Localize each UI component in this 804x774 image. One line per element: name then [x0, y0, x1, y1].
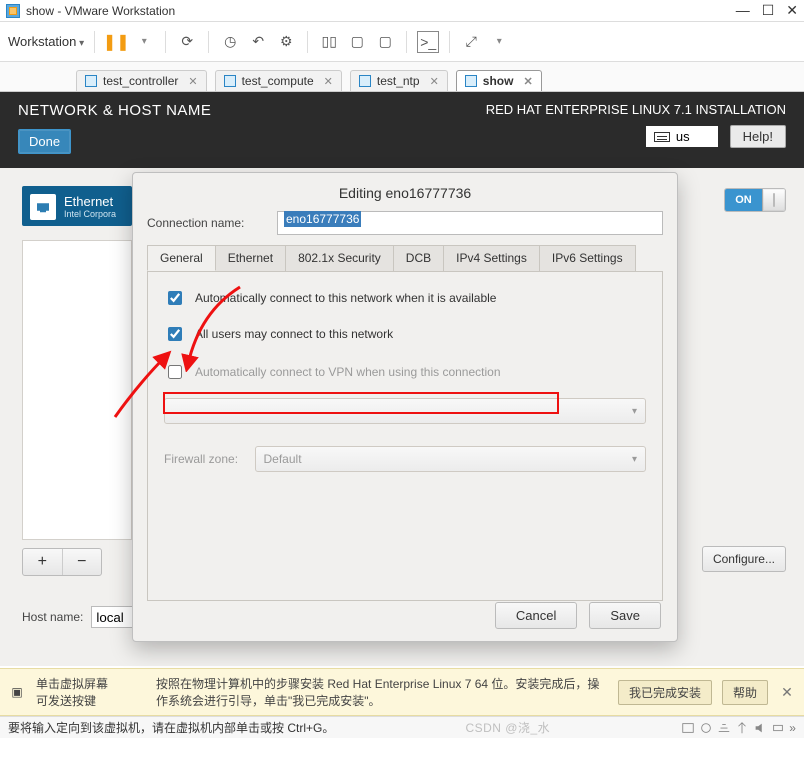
allusers-checkbox[interactable] [168, 327, 182, 341]
connection-name-label: Connection name: [147, 216, 267, 230]
connection-toggle[interactable]: ON [724, 188, 786, 212]
watermark-text: CSDN @浇_水 [465, 719, 550, 736]
cancel-button[interactable]: Cancel [495, 602, 577, 629]
console-icon[interactable]: >_ [417, 31, 439, 53]
chevron-down-icon: ▾ [632, 454, 637, 465]
ethernet-icon [30, 194, 56, 220]
workstation-menu[interactable]: Workstation [8, 34, 84, 49]
tab-ipv6[interactable]: IPv6 Settings [539, 245, 636, 271]
autoconnect-checkbox[interactable] [168, 291, 182, 305]
hint-main-text: 按照在物理计算机中的步骤安装 Red Hat Enterprise Linux … [156, 675, 608, 709]
fullscreen-icon[interactable]: ⤢ [460, 31, 482, 53]
toggle-knob [763, 189, 785, 211]
vmware-logo-icon [6, 4, 20, 18]
play-dropdown-icon[interactable]: ▾ [133, 31, 155, 53]
tab-ipv4[interactable]: IPv4 Settings [443, 245, 540, 271]
fullscreen-drop-icon[interactable]: ▾ [488, 31, 510, 53]
product-name: RED HAT ENTERPRISE LINUX 7.1 INSTALLATIO… [486, 102, 786, 117]
hint-help-button[interactable]: 帮助 [722, 680, 768, 705]
page-title: NETWORK & HOST NAME [18, 102, 211, 119]
keyboard-icon [654, 132, 670, 142]
status-bar: 要将输入定向到该虚拟机，请在虚拟机内部单击或按 Ctrl+G。 CSDN @浇_… [0, 716, 804, 738]
configure-button[interactable]: Configure... [702, 546, 786, 572]
dialog-tabs: General Ethernet 802.1x Security DCB IPv… [147, 245, 663, 271]
hint-icon: ▣ [8, 685, 26, 699]
window-title: show - VMware Workstation [26, 4, 175, 18]
device-add-remove: + − [22, 548, 102, 576]
close-icon[interactable]: ✕ [523, 75, 532, 88]
connection-name-input[interactable]: eno16777736 [277, 211, 663, 235]
manage-icon[interactable]: ⚙ [275, 31, 297, 53]
net-icon [717, 721, 731, 735]
tab-test-controller[interactable]: test_controller ✕ [76, 70, 207, 91]
keyboard-indicator[interactable]: us [646, 126, 718, 147]
vm-tabbar: test_controller ✕ test_compute ✕ test_nt… [0, 62, 804, 92]
hint-left-text: 单击虚拟屏幕 可发送按键 [36, 675, 146, 709]
close-icon[interactable]: ✕ [188, 75, 197, 88]
tab-8021x[interactable]: 802.1x Security [285, 245, 394, 271]
status-tray: » [681, 721, 796, 735]
chevron-down-icon: ▾ [632, 406, 637, 417]
nic-card[interactable]: Ethernet Intel Corpora [22, 186, 132, 226]
installer-body: Ethernet Intel Corpora ON + − Configure.… [0, 168, 804, 666]
autovpn-checkbox[interactable] [168, 365, 182, 379]
tab-dcb[interactable]: DCB [393, 245, 444, 271]
autovpn-label: Automatically connect to VPN when using … [195, 365, 501, 379]
clock-icon[interactable]: ◷ [219, 31, 241, 53]
minimize-button[interactable]: — [736, 2, 750, 19]
vpn-select: ▾ [164, 398, 646, 424]
vm-icon [224, 75, 236, 87]
snapshot-icon[interactable]: ⟳ [176, 31, 198, 53]
installer-header: NETWORK & HOST NAME Done RED HAT ENTERPR… [0, 92, 804, 168]
firewall-zone-label: Firewall zone: [164, 452, 245, 466]
window-titlebar: show - VMware Workstation — ☐ ✕ [0, 0, 804, 22]
tab-test-compute[interactable]: test_compute ✕ [215, 70, 342, 91]
tab-show[interactable]: show ✕ [456, 70, 542, 91]
vm-hint-bar: ▣ 单击虚拟屏幕 可发送按键 按照在物理计算机中的步骤安装 Red Hat En… [0, 668, 804, 716]
revert-icon[interactable]: ↶ [247, 31, 269, 53]
vm-icon [465, 75, 477, 87]
sound-icon [753, 721, 767, 735]
layout1-icon[interactable]: ▯▯ [318, 31, 340, 53]
install-done-button[interactable]: 我已完成安装 [618, 680, 712, 705]
device-list[interactable] [22, 240, 132, 540]
remove-device-button[interactable]: − [63, 549, 102, 575]
firewall-zone-select[interactable]: Default ▾ [255, 446, 647, 472]
printer-icon [771, 721, 785, 735]
help-button[interactable]: Help! [730, 125, 786, 148]
done-button[interactable]: Done [18, 129, 71, 154]
save-button[interactable]: Save [589, 602, 661, 629]
close-button[interactable]: ✕ [786, 2, 798, 19]
tab-test-ntp[interactable]: test_ntp ✕ [350, 70, 448, 91]
add-device-button[interactable]: + [23, 549, 63, 575]
hint-close-button[interactable]: ✕ [778, 684, 796, 701]
tab-ethernet[interactable]: Ethernet [215, 245, 286, 271]
vm-icon [359, 75, 371, 87]
tab-general[interactable]: General [147, 245, 216, 271]
vmware-toolbar: Workstation ❚❚ ▾ ⟳ ◷ ↶ ⚙ ▯▯ ▢ ▢ >_ ⤢ ▾ [0, 22, 804, 62]
edit-connection-dialog: Editing eno16777736 Connection name: eno… [132, 172, 678, 642]
close-icon[interactable]: ✕ [324, 75, 333, 88]
tab-pane-general: Automatically connect to this network wh… [147, 271, 663, 601]
pause-icon[interactable]: ❚❚ [105, 31, 127, 53]
usb-icon [735, 721, 749, 735]
layout3-icon[interactable]: ▢ [374, 31, 396, 53]
layout2-icon[interactable]: ▢ [346, 31, 368, 53]
autoconnect-label: Automatically connect to this network wh… [195, 291, 496, 305]
allusers-label: All users may connect to this network [195, 327, 393, 341]
hostname-label: Host name: [22, 610, 83, 624]
disk-icon [681, 721, 695, 735]
maximize-button[interactable]: ☐ [762, 2, 775, 19]
vm-icon [85, 75, 97, 87]
status-text: 要将输入定向到该虚拟机，请在虚拟机内部单击或按 Ctrl+G。 [8, 719, 334, 736]
guest-screen[interactable]: NETWORK & HOST NAME Done RED HAT ENTERPR… [0, 92, 804, 668]
cd-icon [699, 721, 713, 735]
chevron-right-icon[interactable]: » [789, 721, 796, 735]
close-icon[interactable]: ✕ [430, 75, 439, 88]
dialog-title: Editing eno16777736 [147, 185, 663, 201]
